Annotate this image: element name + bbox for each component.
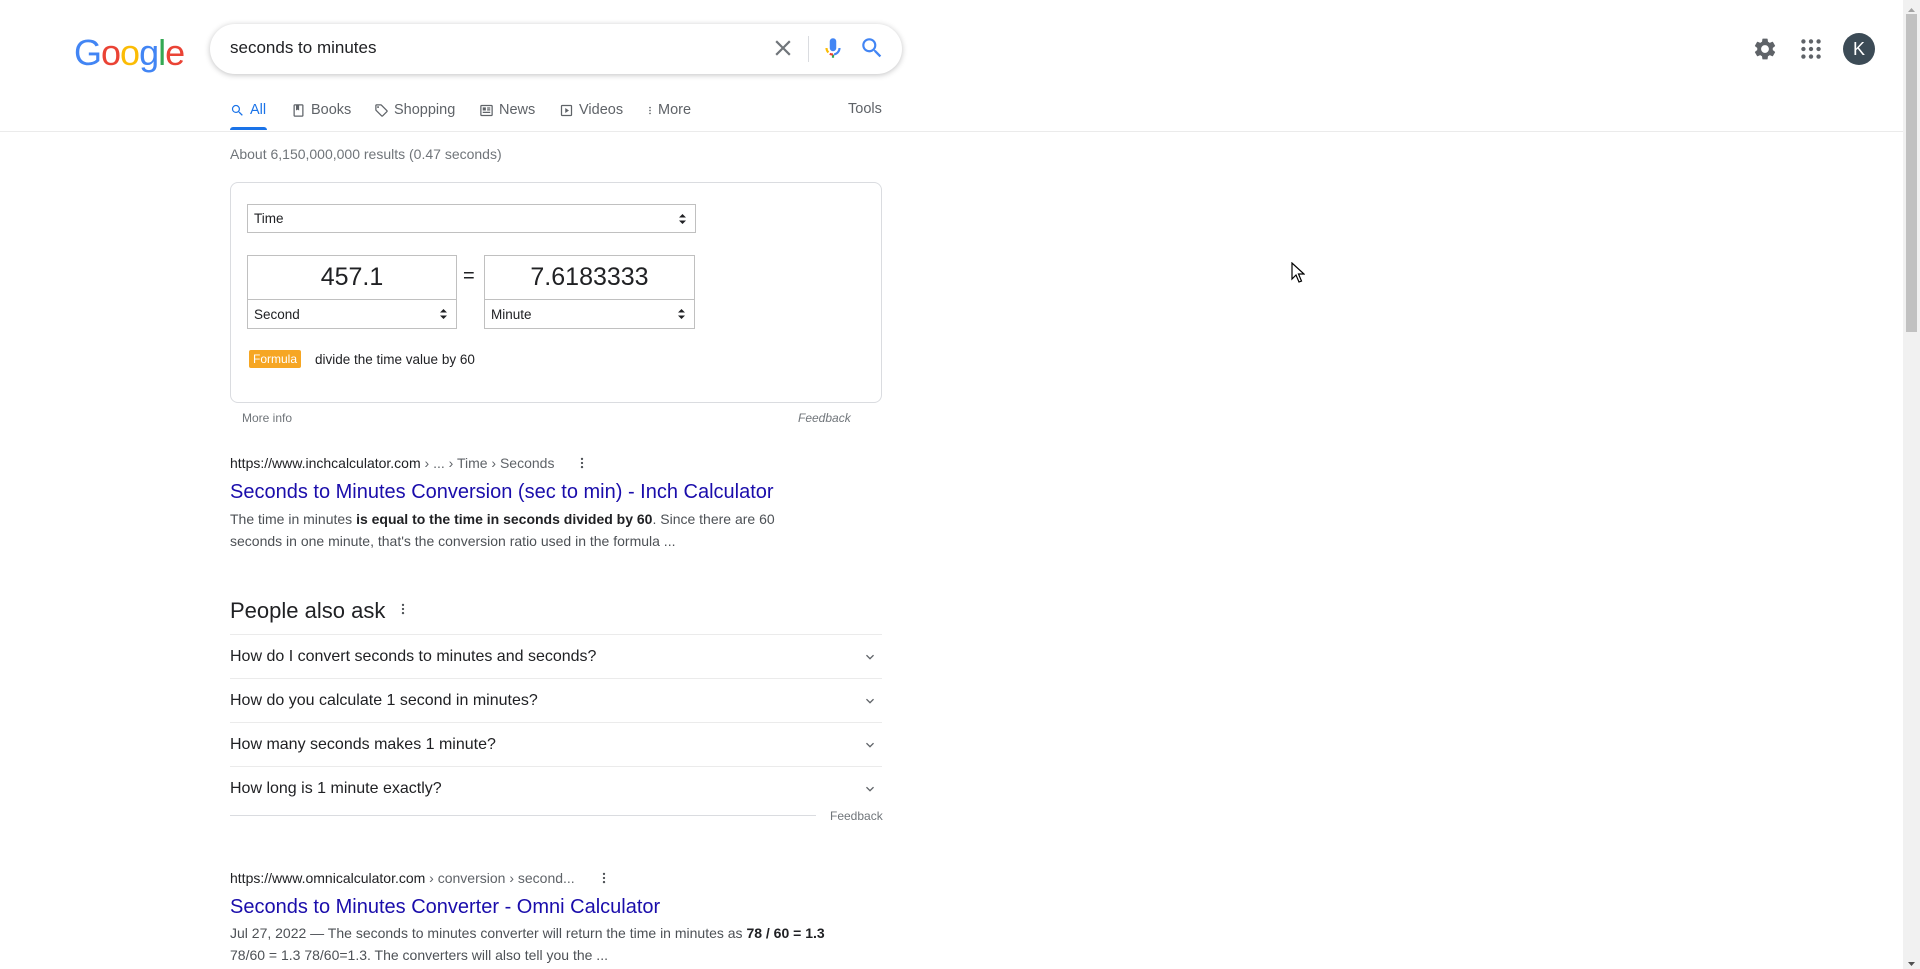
mouse-cursor-icon	[1291, 261, 1306, 284]
search-icon[interactable]	[859, 35, 885, 61]
select-arrows-icon	[679, 213, 686, 224]
snippet-bold: is equal to the time in seconds divided …	[356, 511, 653, 527]
select-arrows-icon	[678, 309, 685, 319]
tab-news[interactable]: News	[479, 100, 535, 120]
tab-label: Videos	[579, 102, 624, 118]
paa-question-text: How many seconds makes 1 minute?	[230, 735, 496, 753]
more-vert-icon	[649, 106, 651, 114]
paa-question[interactable]: How do I convert seconds to minutes and …	[230, 634, 882, 678]
search-input[interactable]: seconds to minutes	[230, 38, 376, 58]
tag-icon	[375, 103, 388, 117]
search-icon	[231, 104, 243, 116]
apps-grid-icon[interactable]	[1798, 36, 1824, 62]
tab-label: Shopping	[394, 102, 456, 118]
clear-icon[interactable]	[770, 35, 796, 61]
equals-sign: =	[463, 265, 475, 287]
tab-shopping[interactable]: Shopping	[374, 100, 455, 120]
formula-text: divide the time value by 60	[315, 352, 475, 367]
more-info-link[interactable]: More info	[242, 411, 292, 425]
chevron-down-icon	[866, 786, 874, 792]
tab-more[interactable]: More	[645, 100, 691, 120]
to-unit-select[interactable]: Minute	[484, 299, 695, 329]
unit-type-value: Time	[254, 211, 284, 226]
from-unit-select[interactable]: Second	[247, 299, 457, 329]
to-unit-value: Minute	[491, 306, 532, 322]
result-url[interactable]: https://www.inchcalculator.com › ... › T…	[230, 455, 554, 471]
snippet-text: Jul 27, 2022 — The seconds to minutes co…	[230, 925, 747, 941]
paa-question[interactable]: How do you calculate 1 second in minutes…	[230, 678, 882, 722]
tools-button[interactable]: Tools	[848, 101, 882, 117]
formula-badge: Formula	[249, 350, 302, 368]
result-snippet: Jul 27, 2022 — The seconds to minutes co…	[230, 922, 850, 966]
snippet-text: 78/60 = 1.3 78/60=1.3. The converters wi…	[230, 947, 608, 963]
tab-videos[interactable]: Videos	[559, 100, 623, 120]
paa-question[interactable]: How long is 1 minute exactly?	[230, 766, 882, 810]
result-url-host: https://www.omnicalculator.com	[230, 870, 426, 886]
result-url[interactable]: https://www.omnicalculator.com › convers…	[230, 870, 575, 886]
unit-type-select[interactable]: Time	[247, 204, 696, 233]
scrollbar-thumb[interactable]	[1906, 14, 1917, 332]
chevron-down-icon	[866, 654, 874, 660]
tab-books[interactable]: Books	[291, 100, 351, 120]
snippet-bold: 78 / 60 = 1.3	[746, 925, 825, 941]
gear-icon[interactable]	[1752, 36, 1778, 62]
paa-question-text: How do I convert seconds to minutes and …	[230, 647, 597, 665]
snippet-text: The time in minutes	[230, 511, 357, 527]
converter-feedback-link[interactable]: Feedback	[798, 411, 851, 425]
tab-all[interactable]: All	[230, 100, 266, 120]
google-logo[interactable]: Google	[74, 32, 185, 74]
news-icon	[480, 104, 493, 116]
active-tab-indicator	[230, 127, 267, 130]
result-title-link[interactable]: Seconds to Minutes Conversion (sec to mi…	[230, 481, 774, 504]
scroll-up-arrow-icon[interactable]	[1906, 2, 1917, 12]
search-divider	[808, 36, 809, 62]
result-url-path: › ... › Time › Seconds	[420, 455, 555, 471]
people-also-ask-heading: People also ask	[230, 598, 386, 623]
tabs-divider	[0, 131, 1903, 132]
play-icon	[560, 104, 573, 116]
paa-question-text: How long is 1 minute exactly?	[230, 779, 442, 797]
tab-label: All	[250, 102, 267, 118]
paa-question-text: How do you calculate 1 second in minutes…	[230, 691, 538, 709]
paa-divider	[230, 815, 816, 816]
chevron-down-icon	[866, 742, 874, 748]
from-unit-value: Second	[254, 306, 300, 322]
result-stats: About 6,150,000,000 results (0.47 second…	[230, 146, 502, 162]
result-url-host: https://www.inchcalculator.com	[230, 455, 421, 471]
more-options-icon[interactable]	[396, 601, 410, 617]
tab-label: News	[499, 102, 536, 118]
more-options-icon[interactable]	[575, 455, 589, 471]
from-value-input[interactable]: 457.1	[247, 255, 457, 299]
microphone-icon[interactable]	[820, 34, 846, 62]
result-title-link[interactable]: Seconds to Minutes Converter - Omni Calc…	[230, 896, 660, 919]
paa-feedback-link[interactable]: Feedback	[830, 809, 883, 823]
select-arrows-icon	[440, 309, 447, 319]
to-value-input[interactable]: 7.6183333	[484, 255, 695, 299]
book-icon	[293, 103, 304, 117]
paa-question[interactable]: How many seconds makes 1 minute?	[230, 722, 882, 766]
chevron-down-icon	[866, 698, 874, 704]
avatar[interactable]: K	[1843, 33, 1875, 65]
scroll-down-arrow-icon[interactable]	[1906, 956, 1917, 966]
tab-label: Books	[311, 102, 352, 118]
result-snippet: The time in minutes is equal to the time…	[230, 508, 830, 552]
result-url-path: › conversion › second...	[425, 870, 575, 886]
more-options-icon[interactable]	[597, 870, 611, 886]
tab-label: More	[658, 102, 692, 118]
